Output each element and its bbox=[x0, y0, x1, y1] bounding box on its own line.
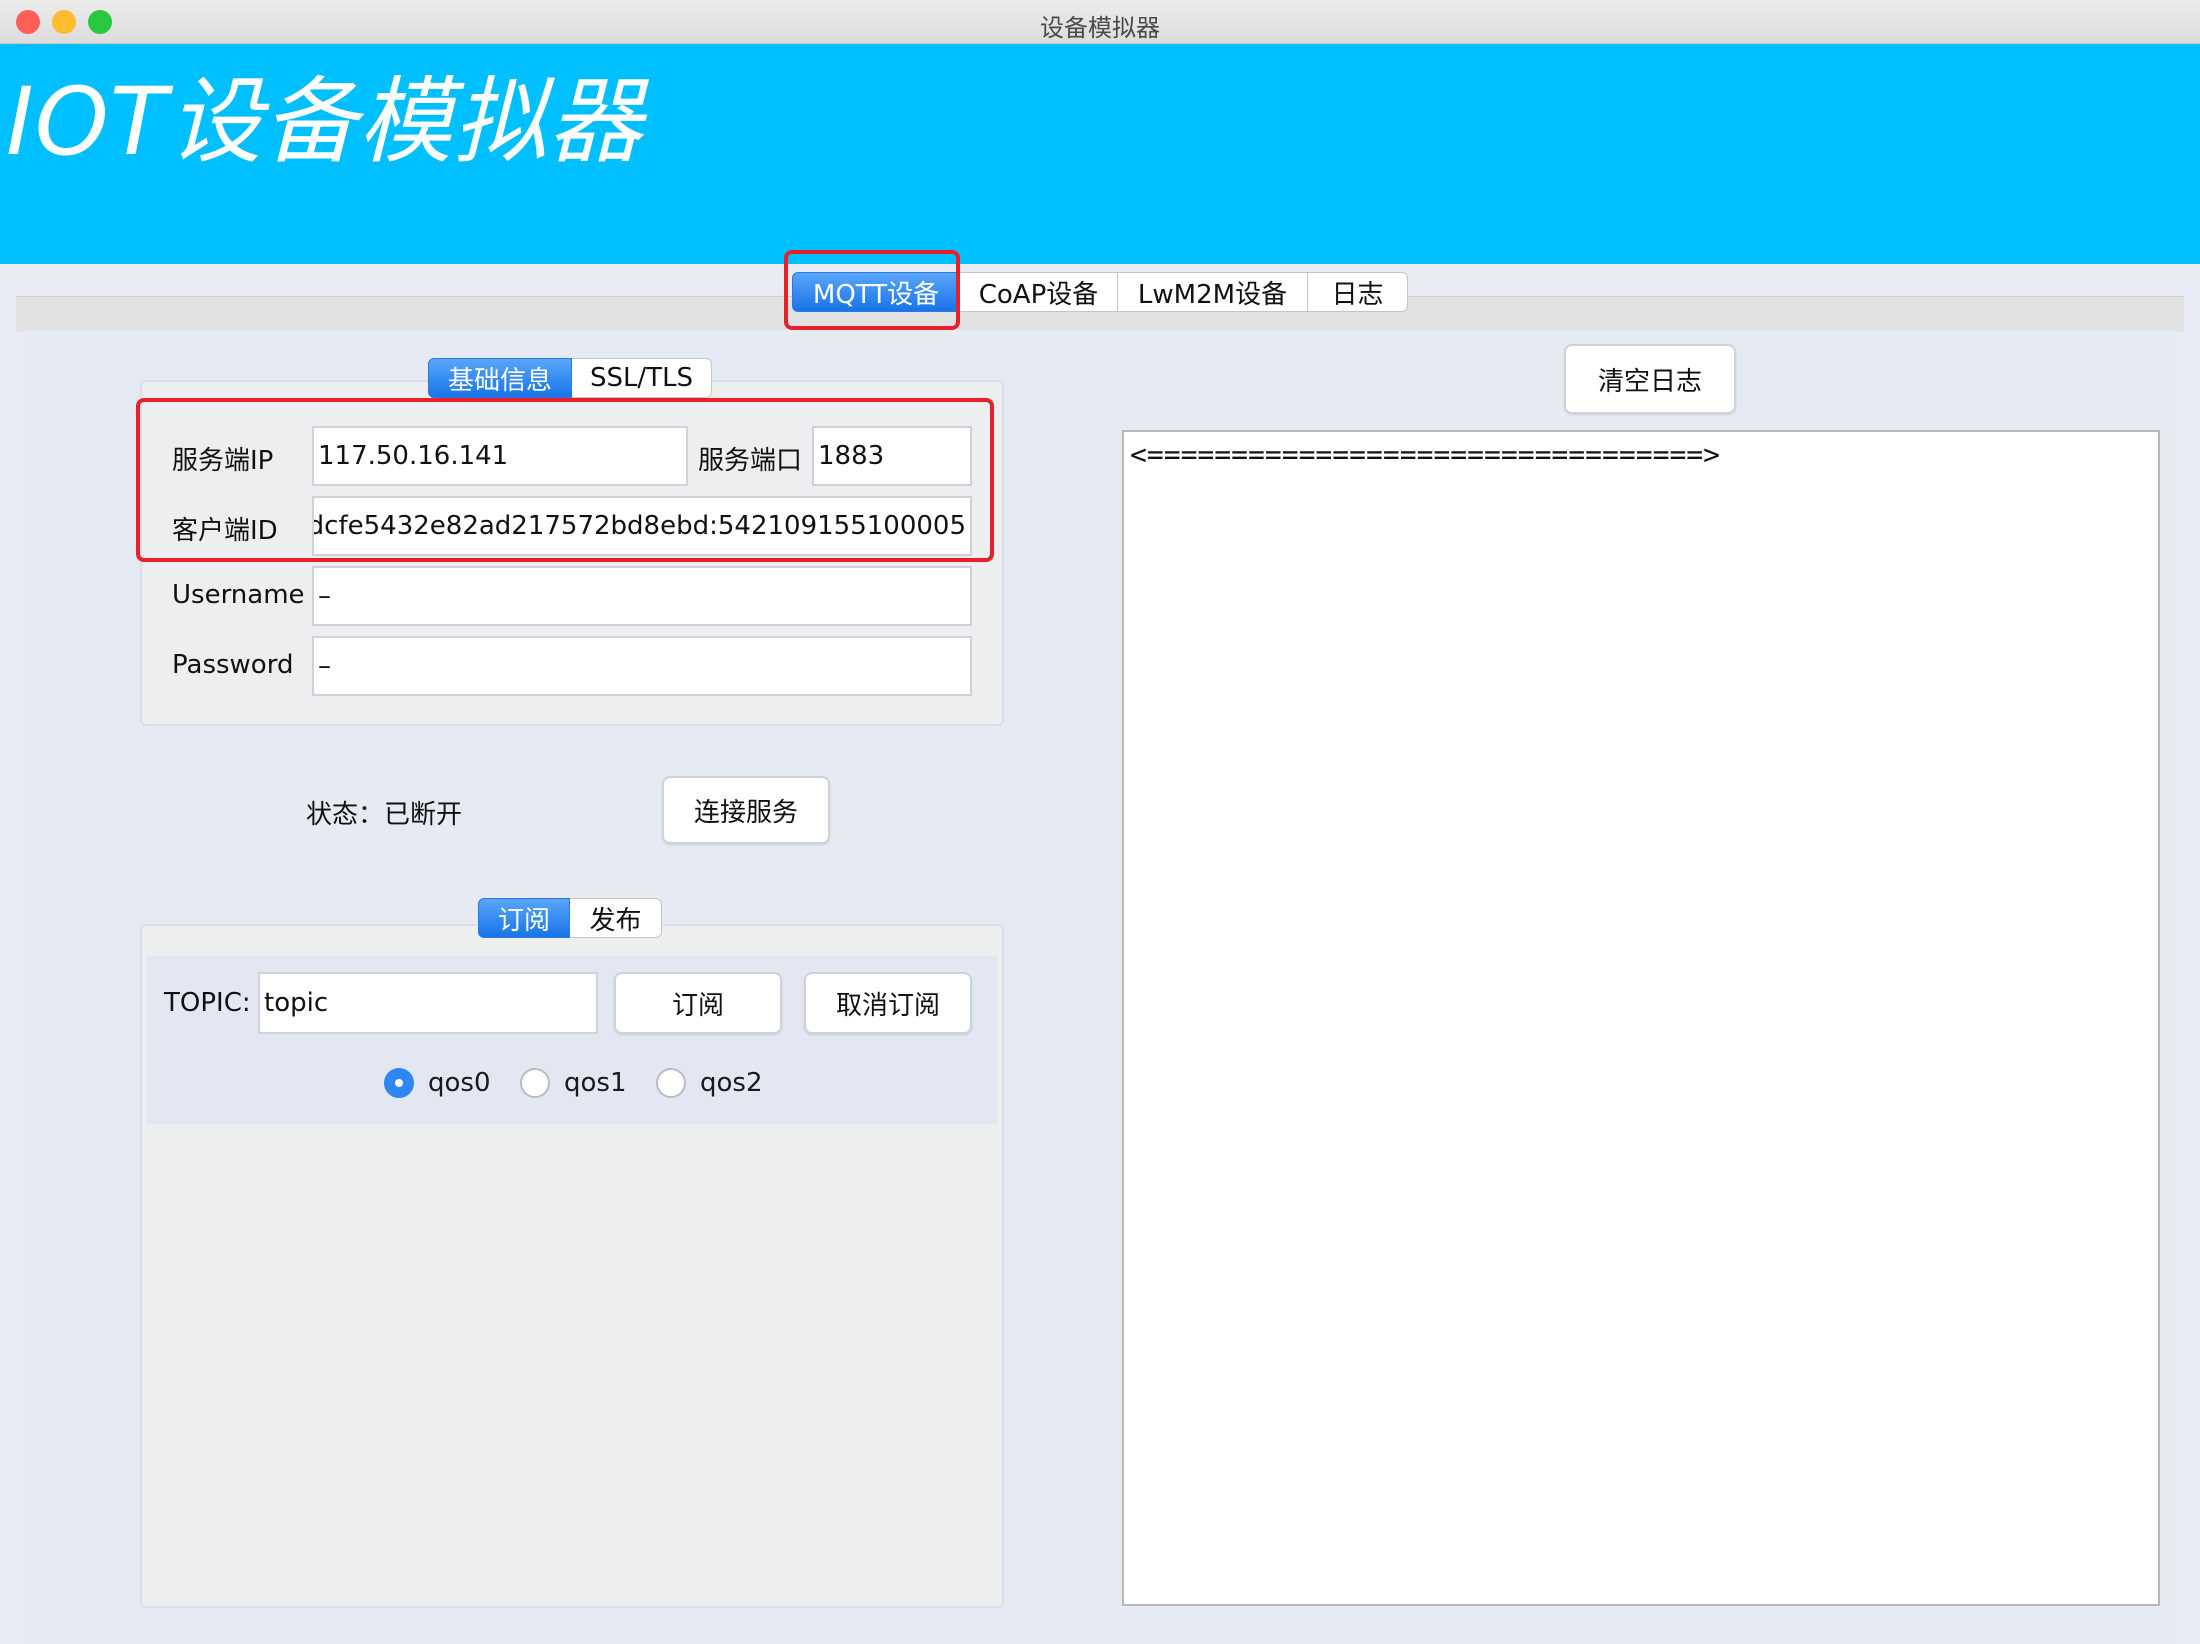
tab-subscribe[interactable]: 订阅 bbox=[478, 898, 570, 938]
clear-log-button[interactable]: 清空日志 bbox=[1564, 344, 1736, 414]
window-title: 设备模拟器 bbox=[1040, 14, 1160, 42]
server-port-input[interactable]: 1883 bbox=[812, 426, 972, 486]
title-bar: 设备模拟器 bbox=[0, 0, 2200, 44]
username-label: Username bbox=[172, 580, 305, 610]
sub-tabs: 订阅 发布 bbox=[478, 898, 662, 938]
tab-publish[interactable]: 发布 bbox=[570, 898, 662, 938]
subscribe-button[interactable]: 订阅 bbox=[614, 972, 782, 1034]
client-id-input[interactable]: 7cdcfe5432e82ad217572bd8ebd:542109155100… bbox=[312, 496, 972, 556]
password-input[interactable]: – bbox=[312, 636, 972, 696]
connect-button[interactable]: 连接服务 bbox=[662, 776, 830, 844]
tab-coap-device[interactable]: CoAP设备 bbox=[960, 272, 1118, 312]
tab-mqtt-device[interactable]: MQTT设备 bbox=[792, 272, 960, 312]
log-content: <=================================> bbox=[1130, 438, 1721, 471]
log-textarea[interactable] bbox=[1122, 430, 2160, 1606]
tab-basic-info[interactable]: 基础信息 bbox=[428, 358, 572, 398]
tab-log[interactable]: 日志 bbox=[1308, 272, 1408, 312]
app-banner: IOT设备模拟器 bbox=[0, 44, 2200, 264]
qos0-label: qos0 bbox=[428, 1068, 491, 1098]
server-ip-label: 服务端IP bbox=[172, 446, 274, 476]
tab-lwm2m-device[interactable]: LwM2M设备 bbox=[1118, 272, 1308, 312]
server-ip-input[interactable]: 117.50.16.141 bbox=[312, 426, 688, 486]
qos2-label: qos2 bbox=[700, 1068, 763, 1098]
topic-label: TOPIC: bbox=[164, 988, 251, 1018]
qos0-radio[interactable]: qos0 bbox=[384, 1068, 491, 1098]
radio-selected-icon bbox=[384, 1068, 414, 1098]
radio-unselected-icon bbox=[520, 1068, 550, 1098]
radio-unselected-icon bbox=[656, 1068, 686, 1098]
client-id-label: 客户端ID bbox=[172, 516, 278, 546]
connection-status: 状态：已断开 bbox=[306, 800, 463, 830]
info-tabs: 基础信息 SSL/TLS bbox=[428, 358, 712, 398]
qos1-radio[interactable]: qos1 bbox=[520, 1068, 627, 1098]
banner-title: IOT设备模拟器 bbox=[6, 68, 644, 177]
tab-ssl-tls[interactable]: SSL/TLS bbox=[572, 358, 712, 398]
qos1-label: qos1 bbox=[564, 1068, 627, 1098]
qos2-radio[interactable]: qos2 bbox=[656, 1068, 763, 1098]
username-input[interactable]: – bbox=[312, 566, 972, 626]
password-label: Password bbox=[172, 650, 294, 680]
unsubscribe-button[interactable]: 取消订阅 bbox=[804, 972, 972, 1034]
client-id-value: 7cdcfe5432e82ad217572bd8ebd:542109155100… bbox=[312, 511, 966, 541]
main-tabs: MQTT设备 CoAP设备 LwM2M设备 日志 bbox=[792, 272, 1408, 312]
server-port-label: 服务端口 bbox=[698, 446, 803, 476]
topic-input[interactable]: topic bbox=[258, 972, 598, 1034]
